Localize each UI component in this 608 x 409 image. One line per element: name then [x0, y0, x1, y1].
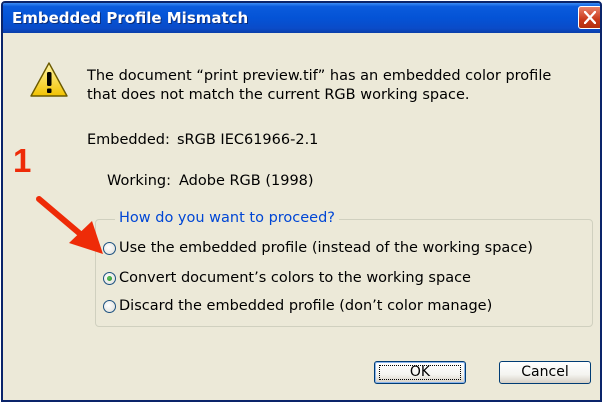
- ok-button[interactable]: OK: [374, 361, 466, 384]
- radio-button[interactable]: [103, 299, 116, 313]
- annotation-number: 1: [13, 142, 32, 179]
- radio-use-embedded[interactable]: Use the embedded profile (instead of the…: [103, 238, 533, 258]
- embedded-label: Embedded:: [87, 132, 170, 148]
- red-arrow-icon: [36, 196, 103, 254]
- cancel-button-label: Cancel: [521, 364, 569, 380]
- radio-button-selected[interactable]: [103, 271, 116, 285]
- radio-label[interactable]: Discard the embedded profile (don’t colo…: [119, 298, 492, 314]
- message-line: The document “print preview.tif” has an …: [87, 68, 552, 84]
- radio-label[interactable]: Use the embedded profile (instead of the…: [119, 240, 533, 256]
- close-button[interactable]: [578, 6, 600, 29]
- cancel-button[interactable]: Cancel: [499, 361, 591, 384]
- title-bar[interactable]: Embedded Profile Mismatch: [3, 3, 600, 33]
- ok-button-label: OK: [409, 364, 431, 380]
- group-title: How do you want to proceed?: [115, 210, 340, 226]
- radio-label[interactable]: Convert document’s colors to the working…: [119, 270, 471, 286]
- message-text: The document “print preview.tif” has an …: [87, 67, 597, 105]
- radio-dot: [107, 275, 112, 281]
- message-line: that does not match the current RGB work…: [87, 87, 470, 103]
- working-label: Working:: [107, 173, 172, 189]
- close-icon: [584, 11, 596, 24]
- dialog-window: Embedded Profile Mismatch The document “…: [1, 1, 602, 402]
- working-value: Adobe RGB (1998): [179, 173, 314, 189]
- radio-convert-colors[interactable]: Convert document’s colors to the working…: [103, 268, 471, 288]
- radio-discard-profile[interactable]: Discard the embedded profile (don’t colo…: [103, 296, 492, 316]
- dialog-title: Embedded Profile Mismatch: [12, 9, 249, 27]
- embedded-value: sRGB IEC61966-2.1: [177, 132, 319, 148]
- warning-icon: [30, 62, 68, 97]
